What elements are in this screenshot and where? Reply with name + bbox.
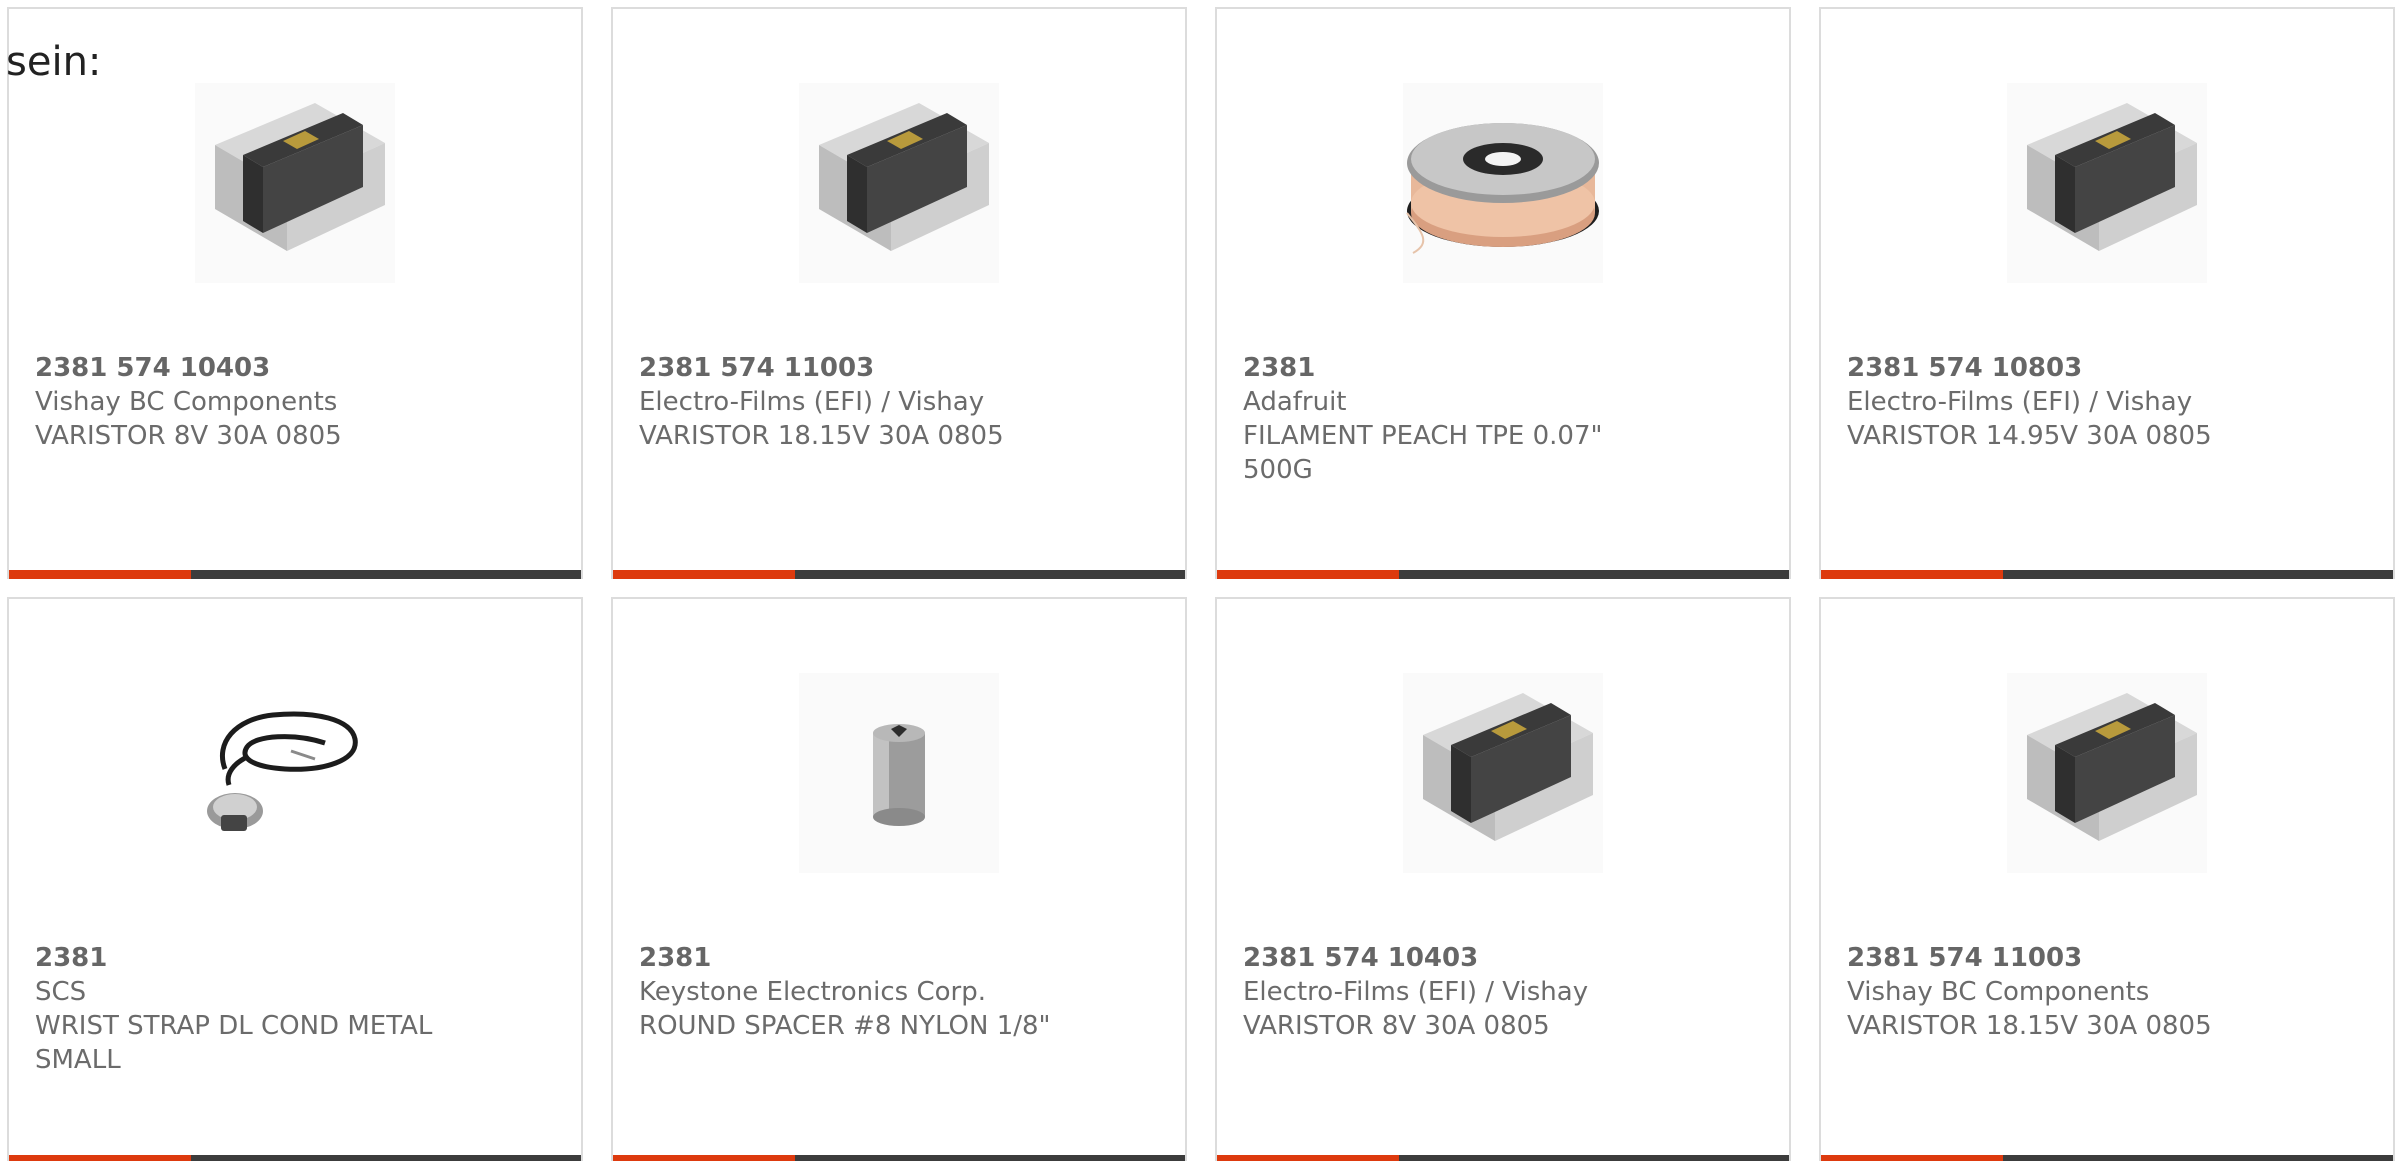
card-bar bbox=[1217, 1155, 1789, 1161]
product-image[interactable] bbox=[799, 673, 999, 873]
description: VARISTOR 8V 30A 0805 bbox=[1243, 1011, 1550, 1041]
product-card[interactable]: 2381 574 10403 Vishay BC Components VARI… bbox=[7, 7, 583, 579]
part-number[interactable]: 2381 574 11003 bbox=[1847, 941, 2277, 975]
product-card[interactable]: 2381 574 11003 Electro-Films (EFI) / Vis… bbox=[611, 7, 1187, 579]
manufacturer: Vishay BC Components bbox=[35, 387, 338, 417]
description: VARISTOR 18.15V 30A 0805 bbox=[639, 421, 1004, 451]
manufacturer: Keystone Electronics Corp. bbox=[639, 977, 987, 1007]
round-spacer-icon bbox=[873, 724, 925, 826]
part-number[interactable]: 2381 574 10403 bbox=[35, 351, 465, 385]
card-bar-accent bbox=[1821, 1155, 2003, 1161]
product-image[interactable] bbox=[799, 83, 999, 283]
card-bar-accent bbox=[9, 570, 191, 579]
product-image[interactable] bbox=[1403, 83, 1603, 283]
description: FILAMENT PEACH TPE 0.07" 500G bbox=[1243, 421, 1603, 485]
product-card[interactable]: 2381 SCS WRIST STRAP DL COND METAL SMALL bbox=[7, 597, 583, 1161]
card-bar bbox=[1217, 570, 1789, 579]
part-number[interactable]: 2381 bbox=[1243, 351, 1673, 385]
description: ROUND SPACER #8 NYLON 1/8" bbox=[639, 1011, 1051, 1041]
description: VARISTOR 14.95V 30A 0805 bbox=[1847, 421, 2212, 451]
card-bar-accent bbox=[1217, 570, 1399, 579]
smd-varistor-chip-icon bbox=[1423, 693, 1593, 841]
card-bar bbox=[613, 570, 1185, 579]
card-bar bbox=[1821, 570, 2393, 579]
description: VARISTOR 8V 30A 0805 bbox=[35, 421, 342, 451]
part-number[interactable]: 2381 574 10803 bbox=[1847, 351, 2277, 385]
manufacturer: Electro-Films (EFI) / Vishay bbox=[639, 387, 985, 417]
smd-varistor-chip-icon bbox=[819, 103, 989, 251]
smd-varistor-chip-icon bbox=[2027, 693, 2197, 841]
product-card[interactable]: 2381 Adafruit FILAMENT PEACH TPE 0.07" 5… bbox=[1215, 7, 1791, 579]
part-number[interactable]: 2381 574 10403 bbox=[1243, 941, 1673, 975]
product-card[interactable]: 2381 574 11003 Vishay BC Components VARI… bbox=[1819, 597, 2395, 1161]
part-number[interactable]: 2381 bbox=[35, 941, 465, 975]
manufacturer: Electro-Films (EFI) / Vishay bbox=[1847, 387, 2193, 417]
product-image[interactable] bbox=[2007, 83, 2207, 283]
card-bar bbox=[9, 1155, 581, 1161]
smd-varistor-chip-icon bbox=[215, 103, 385, 251]
card-bar-accent bbox=[613, 1155, 795, 1161]
product-image[interactable] bbox=[2007, 673, 2207, 873]
wrist-strap-icon bbox=[207, 711, 358, 831]
manufacturer: Adafruit bbox=[1243, 387, 1347, 417]
product-card[interactable]: 2381 574 10403 Electro-Films (EFI) / Vis… bbox=[1215, 597, 1791, 1161]
product-card[interactable]: 2381 Keystone Electronics Corp. ROUND SP… bbox=[611, 597, 1187, 1161]
card-bar-accent bbox=[9, 1155, 191, 1161]
product-image[interactable] bbox=[1403, 673, 1603, 873]
part-number[interactable]: 2381 bbox=[639, 941, 1069, 975]
manufacturer: Vishay BC Components bbox=[1847, 977, 2150, 1007]
description: VARISTOR 18.15V 30A 0805 bbox=[1847, 1011, 2212, 1041]
intro-text: sein: bbox=[6, 39, 102, 85]
manufacturer: Electro-Films (EFI) / Vishay bbox=[1243, 977, 1589, 1007]
filament-spool-icon bbox=[1406, 123, 1599, 254]
description: WRIST STRAP DL COND METAL SMALL bbox=[35, 1011, 433, 1075]
product-image[interactable] bbox=[195, 673, 395, 873]
product-card[interactable]: 2381 574 10803 Electro-Films (EFI) / Vis… bbox=[1819, 7, 2395, 579]
card-bar bbox=[613, 1155, 1185, 1161]
smd-varistor-chip-icon bbox=[2027, 103, 2197, 251]
product-image[interactable] bbox=[195, 83, 395, 283]
card-bar-accent bbox=[613, 570, 795, 579]
card-bar bbox=[1821, 1155, 2393, 1161]
card-bar-accent bbox=[1821, 570, 2003, 579]
card-bar bbox=[9, 570, 581, 579]
part-number[interactable]: 2381 574 11003 bbox=[639, 351, 1069, 385]
manufacturer: SCS bbox=[35, 977, 87, 1007]
card-bar-accent bbox=[1217, 1155, 1399, 1161]
